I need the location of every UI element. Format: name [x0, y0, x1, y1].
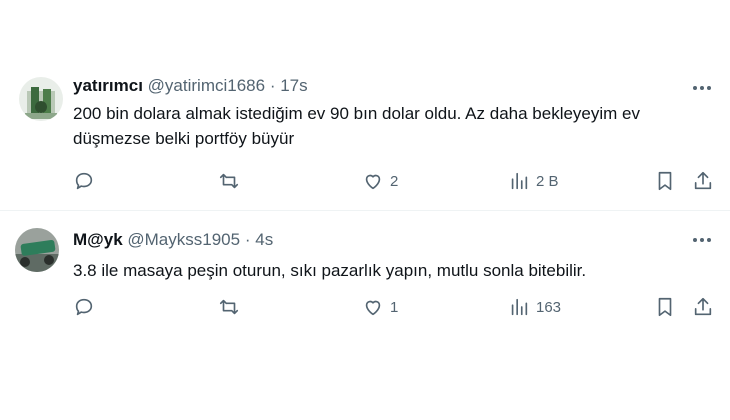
view-count: 2 B	[536, 172, 559, 190]
tweet-header: M@yk @Maykss1905 · 4s	[73, 230, 273, 250]
more-dots-icon[interactable]	[690, 78, 714, 98]
user-handle[interactable]: @yatirimci1686	[148, 76, 265, 95]
retweet-icon	[219, 173, 239, 189]
action-bar: 1 163	[0, 292, 730, 322]
tweet-header: yatırımcı @yatirimci1686 · 17s	[73, 76, 308, 96]
bookmark-button[interactable]	[654, 170, 676, 192]
share-button[interactable]	[692, 296, 714, 318]
like-button[interactable]: 2	[362, 170, 398, 192]
retweet-button[interactable]	[218, 170, 240, 192]
reply-icon	[75, 298, 93, 316]
action-bar: 2 2 B	[0, 166, 730, 196]
separator: ·	[269, 76, 276, 95]
more-dots-icon[interactable]	[690, 230, 714, 250]
views-button[interactable]: 163	[508, 296, 561, 318]
views-bar-chart-icon	[511, 172, 528, 190]
reply-icon	[75, 172, 93, 190]
retweet-icon	[219, 299, 239, 315]
display-name[interactable]: yatırımcı	[73, 76, 143, 95]
like-count: 2	[390, 172, 399, 190]
retweet-button[interactable]	[218, 296, 240, 318]
reply-button[interactable]	[73, 296, 95, 318]
share-icon	[694, 297, 712, 316]
views-bar-chart-icon	[511, 298, 528, 316]
user-handle[interactable]: @Maykss1905	[127, 230, 240, 249]
heart-icon	[365, 300, 381, 316]
share-icon	[694, 171, 712, 190]
avatar[interactable]	[19, 77, 63, 121]
share-button[interactable]	[692, 170, 714, 192]
tweet-text: 200 bin dolara almak istediğim ev 90 bın…	[73, 104, 641, 148]
reply-button[interactable]	[73, 170, 95, 192]
view-count: 163	[536, 298, 562, 316]
display-name[interactable]: M@yk	[73, 230, 123, 249]
avatar[interactable]	[15, 228, 59, 272]
tweet-text: 3.8 ile masaya peşin oturun, sıkı pazarl…	[73, 261, 587, 280]
separator: ·	[244, 230, 251, 249]
timestamp[interactable]: 4s	[255, 230, 273, 249]
like-button[interactable]: 1	[362, 296, 398, 318]
tweet[interactable]: yatırımcı @yatirimci1686 · 17s 200 bin d…	[0, 0, 730, 210]
bookmark-button[interactable]	[654, 296, 676, 318]
timestamp[interactable]: 17s	[280, 76, 307, 95]
like-count: 1	[390, 298, 399, 316]
tweet[interactable]: M@yk @Maykss1905 · 4s 3.8 ile masaya peş…	[0, 210, 730, 420]
bookmark-icon	[658, 297, 672, 317]
heart-icon	[365, 174, 381, 190]
bookmark-icon	[658, 171, 672, 191]
views-button[interactable]: 2 B	[508, 170, 559, 192]
